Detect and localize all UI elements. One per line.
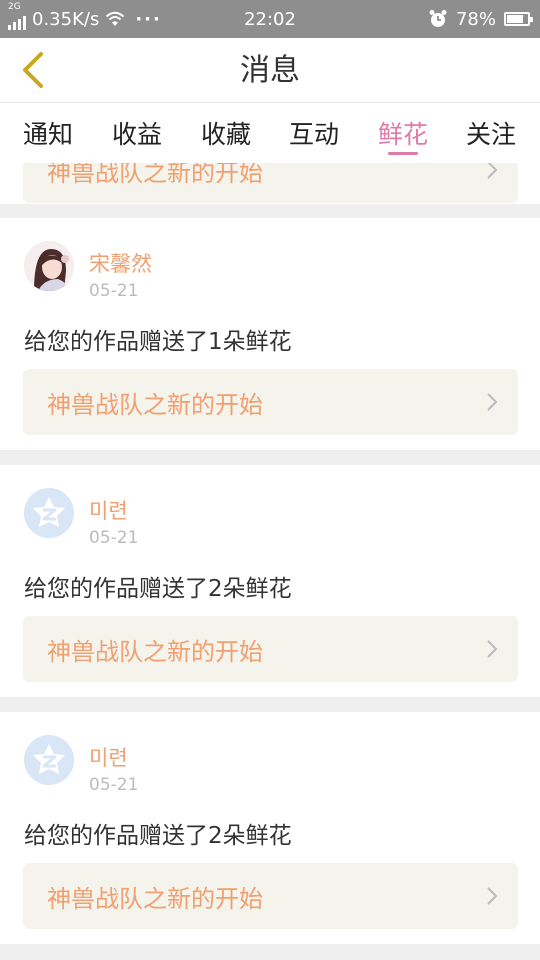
tab-label: 收藏 xyxy=(200,120,251,149)
username[interactable]: 미련 xyxy=(89,495,128,525)
work-title: 神兽战队之新的开始 xyxy=(47,390,263,419)
message-date: 05-21 xyxy=(89,528,139,548)
chevron-right-icon xyxy=(486,163,498,203)
tab-bar: 通知 收益 收藏 互动 鲜花 关注 xyxy=(0,103,540,163)
work-link[interactable]: 神兽战队之新的开始 xyxy=(23,616,518,682)
tab-earnings[interactable]: 收益 xyxy=(107,103,167,163)
work-title: 神兽战队之新的开始 xyxy=(47,163,263,187)
chevron-right-icon xyxy=(486,616,498,682)
message-card: 미련 05-21 给您的作品赠送了2朵鲜花 神兽战队之新的开始 xyxy=(0,465,540,697)
tab-following[interactable]: 关注 xyxy=(461,103,521,163)
tab-label: 互动 xyxy=(288,120,339,149)
status-right: 78% xyxy=(428,0,533,38)
status-bar: 2G 0.35K/s ··· 22:02 78% xyxy=(0,0,540,38)
avatar[interactable] xyxy=(24,735,74,785)
message-date: 05-21 xyxy=(89,281,139,301)
clock: 22:02 xyxy=(244,8,296,30)
tab-label: 鲜花 xyxy=(377,120,428,149)
tab-label: 关注 xyxy=(465,120,516,149)
tab-label: 收益 xyxy=(111,120,162,149)
battery-level xyxy=(507,15,523,23)
user-photo-icon xyxy=(24,241,74,291)
work-title: 神兽战队之新的开始 xyxy=(47,884,263,913)
tab-interactions[interactable]: 互动 xyxy=(284,103,344,163)
chevron-right-icon xyxy=(486,863,498,929)
tab-flowers[interactable]: 鲜花 xyxy=(373,103,433,163)
work-link[interactable]: 神兽战队之新的开始 xyxy=(23,163,518,203)
work-title: 神兽战队之新的开始 xyxy=(47,637,263,666)
alarm-icon xyxy=(429,10,447,27)
battery-icon xyxy=(504,12,533,26)
tab-label: 通知 xyxy=(22,120,73,149)
default-z-avatar-icon xyxy=(24,488,74,538)
battery-percent: 78% xyxy=(455,8,496,30)
nav-header: 消息 xyxy=(0,38,540,103)
tab-notifications[interactable]: 通知 xyxy=(18,103,78,163)
message-list[interactable]: 神兽战队之新的开始 宋馨然 05-21 给您的作品赠送了1朵鲜花 神兽战队之新的… xyxy=(0,163,540,960)
chevron-right-icon xyxy=(486,369,498,435)
username[interactable]: 미련 xyxy=(89,742,128,772)
avatar[interactable] xyxy=(24,241,74,291)
default-z-avatar-icon xyxy=(24,735,74,785)
work-link[interactable]: 神兽战队之新的开始 xyxy=(23,369,518,435)
message-text: 给您的作品赠送了2朵鲜花 xyxy=(24,576,292,602)
message-text: 给您的作品赠送了1朵鲜花 xyxy=(24,329,292,355)
tab-favorites[interactable]: 收藏 xyxy=(196,103,256,163)
message-card-partial: 神兽战队之新的开始 xyxy=(0,163,540,204)
message-text: 给您的作品赠送了2朵鲜花 xyxy=(24,823,292,849)
username[interactable]: 宋馨然 xyxy=(89,248,152,278)
active-tab-indicator xyxy=(388,152,418,155)
page-title: 消息 xyxy=(240,53,300,88)
work-link[interactable]: 神兽战队之新的开始 xyxy=(23,863,518,929)
avatar[interactable] xyxy=(24,488,74,538)
message-date: 05-21 xyxy=(89,775,139,795)
message-card: 宋馨然 05-21 给您的作品赠送了1朵鲜花 神兽战队之新的开始 xyxy=(0,218,540,450)
message-card: 미련 05-21 给您的作品赠送了2朵鲜花 神兽战队之新的开始 xyxy=(0,712,540,944)
